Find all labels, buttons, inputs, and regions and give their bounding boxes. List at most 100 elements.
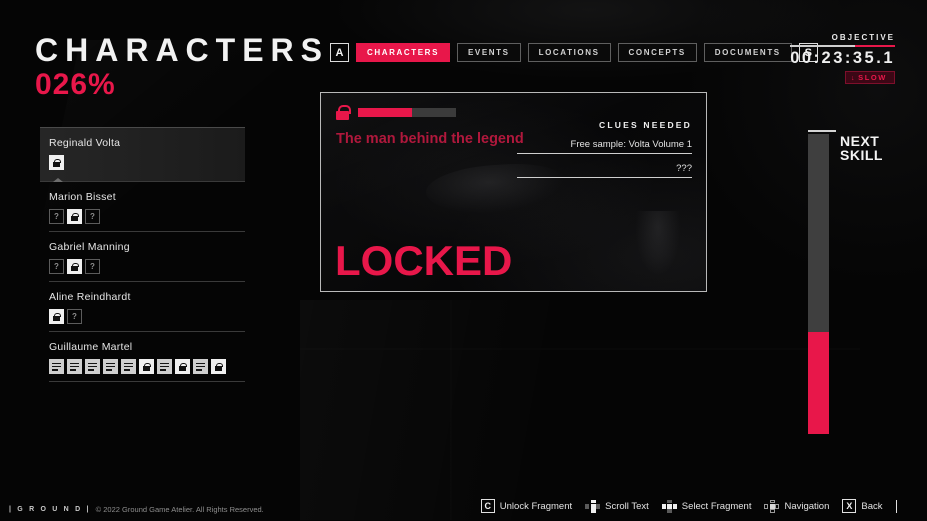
game-codex-screen: CHARACTERS 026% Reginald Volta Marion Bis… [0, 0, 927, 521]
control-hint-label: Scroll Text [605, 500, 649, 512]
control-hint-label: Back [861, 500, 883, 512]
clues-needed-label: CLUES NEEDED [599, 120, 692, 130]
background-floor [300, 300, 860, 520]
tab-concepts[interactable]: CONCEPTS [617, 43, 697, 62]
lock-icon [53, 158, 61, 167]
unknown-fragment-icon[interactable]: ? [49, 259, 64, 274]
objective-time: 00:23:35.1 [790, 49, 895, 67]
clue-item: ??? [517, 163, 692, 178]
control-hint[interactable]: X Back [842, 499, 883, 513]
character-name: Guillaume Martel [49, 341, 133, 353]
copyright-text: © 2022 Ground Game Atelier. All Rights R… [95, 505, 264, 514]
dpad-icon [764, 499, 780, 513]
key-icon: C [480, 499, 495, 513]
lock-fragment-icon[interactable] [139, 359, 154, 374]
lock-fragment-icon[interactable] [175, 359, 190, 374]
unknown-fragment-icon[interactable]: ? [85, 209, 100, 224]
unknown-fragment-icon[interactable]: ? [85, 259, 100, 274]
studio-logo: | G R O U N D | [9, 506, 91, 513]
fragment-card[interactable]: The man behind the legend CLUES NEEDED F… [320, 92, 707, 292]
character-list: Reginald Volta Marion Bisset?? Gabriel Man… [40, 127, 245, 382]
character-row[interactable]: Marion Bisset?? [49, 182, 245, 232]
next-skill-meter: NEXT SKILL [808, 130, 882, 434]
dpad-icon [585, 499, 601, 513]
dpad-icon [661, 499, 677, 513]
control-hint-label: Unlock Fragment [499, 500, 573, 512]
lock-fragment-icon[interactable] [67, 259, 82, 274]
fragment-row [49, 359, 245, 374]
lines-icon [52, 362, 61, 371]
lock-fragment-icon[interactable] [49, 155, 64, 170]
fragment-row [49, 155, 245, 170]
text-fragment-icon[interactable] [103, 359, 118, 374]
control-hint[interactable]: Scroll Text [585, 499, 649, 513]
control-hint-label: Select Fragment [681, 500, 752, 512]
character-name: Aline Reindhardt [49, 291, 131, 303]
lock-icon [336, 105, 351, 120]
objective-badge-label: SLOW [858, 73, 887, 83]
character-row[interactable]: Guillaume Martel [49, 332, 245, 382]
card-title: The man behind the legend [336, 131, 524, 147]
next-skill-line1: NEXT [840, 133, 880, 149]
character-row[interactable]: Aline Reindhardt? [49, 282, 245, 332]
lines-icon [124, 362, 133, 371]
control-hints: C Unlock Fragment Scroll Text Select Fragme… [480, 499, 897, 513]
lock-icon [71, 212, 79, 221]
objective-timer: OBJECTIVE 00:23:35.1 ↓ SLOW [790, 33, 895, 85]
fragment-row: ?? [49, 209, 245, 224]
card-person-shape [632, 211, 684, 283]
control-hint[interactable]: C Unlock Fragment [480, 499, 573, 513]
page-title: CHARACTERS [35, 32, 329, 68]
lock-icon [215, 362, 223, 371]
lines-icon [196, 362, 205, 371]
tab-characters[interactable]: CHARACTERS [356, 43, 450, 62]
objective-rule [790, 45, 895, 47]
unknown-fragment-icon[interactable]: ? [67, 309, 82, 324]
text-fragment-icon[interactable] [67, 359, 82, 374]
lock-fragment-icon[interactable] [49, 309, 64, 324]
footer-copyright: | G R O U N D | © 2022 Ground Game Ateli… [9, 505, 264, 514]
clue-item: Free sample: Volta Volume 1 [517, 139, 692, 154]
text-fragment-icon[interactable] [193, 359, 208, 374]
left-panel: CHARACTERS 026% Reginald Volta Marion Bis… [0, 0, 322, 521]
next-skill-line2: SKILL [840, 147, 883, 164]
prev-tab-key[interactable]: A [330, 43, 349, 62]
text-fragment-icon[interactable] [121, 359, 136, 374]
fragment-progress-fill [358, 108, 412, 117]
fragment-row: ? [49, 309, 245, 324]
control-hint-label: Navigation [784, 500, 830, 512]
key-icon: X [842, 499, 857, 513]
character-row[interactable]: Gabriel Manning?? [49, 232, 245, 282]
unknown-fragment-icon[interactable]: ? [49, 209, 64, 224]
objective-label: OBJECTIVE [831, 33, 895, 42]
tab-items: CHARACTERS EVENTS LOCATIONS CONCEPTS DOCUMEN… [356, 43, 792, 62]
character-name: Reginald Volta [49, 137, 121, 149]
background-glow-top [330, 0, 850, 80]
control-hint[interactable]: Select Fragment [661, 499, 752, 513]
character-name: Marion Bisset [49, 191, 116, 203]
lines-icon [88, 362, 97, 371]
lock-icon [71, 262, 79, 271]
next-skill-label: NEXT SKILL [840, 134, 883, 163]
lock-fragment-icon[interactable] [211, 359, 226, 374]
text-fragment-icon[interactable] [157, 359, 172, 374]
clues-needed-section: CLUES NEEDED Free sample: Volta Volume 1… [517, 120, 692, 178]
lines-icon [70, 362, 79, 371]
tab-locations[interactable]: LOCATIONS [527, 43, 611, 62]
slow-arrow-icon: ↓ [850, 75, 857, 83]
control-hint[interactable]: Navigation [764, 499, 830, 513]
tab-events[interactable]: EVENTS [457, 43, 521, 62]
locked-status: LOCKED [335, 237, 513, 285]
text-fragment-icon[interactable] [85, 359, 100, 374]
character-row[interactable]: Reginald Volta [40, 127, 245, 182]
completion-percent: 026% [35, 68, 116, 101]
tab-bar: A CHARACTERS EVENTS LOCATIONS CONCEPTS DOCUM… [330, 43, 818, 62]
card-header [336, 105, 456, 120]
lock-fragment-icon[interactable] [67, 209, 82, 224]
text-fragment-icon[interactable] [49, 359, 64, 374]
footer-caret-icon [895, 499, 897, 513]
lines-icon [160, 362, 169, 371]
lock-icon [53, 312, 61, 321]
tab-documents[interactable]: DOCUMENTS [703, 43, 792, 62]
skill-bar-track [808, 134, 829, 434]
